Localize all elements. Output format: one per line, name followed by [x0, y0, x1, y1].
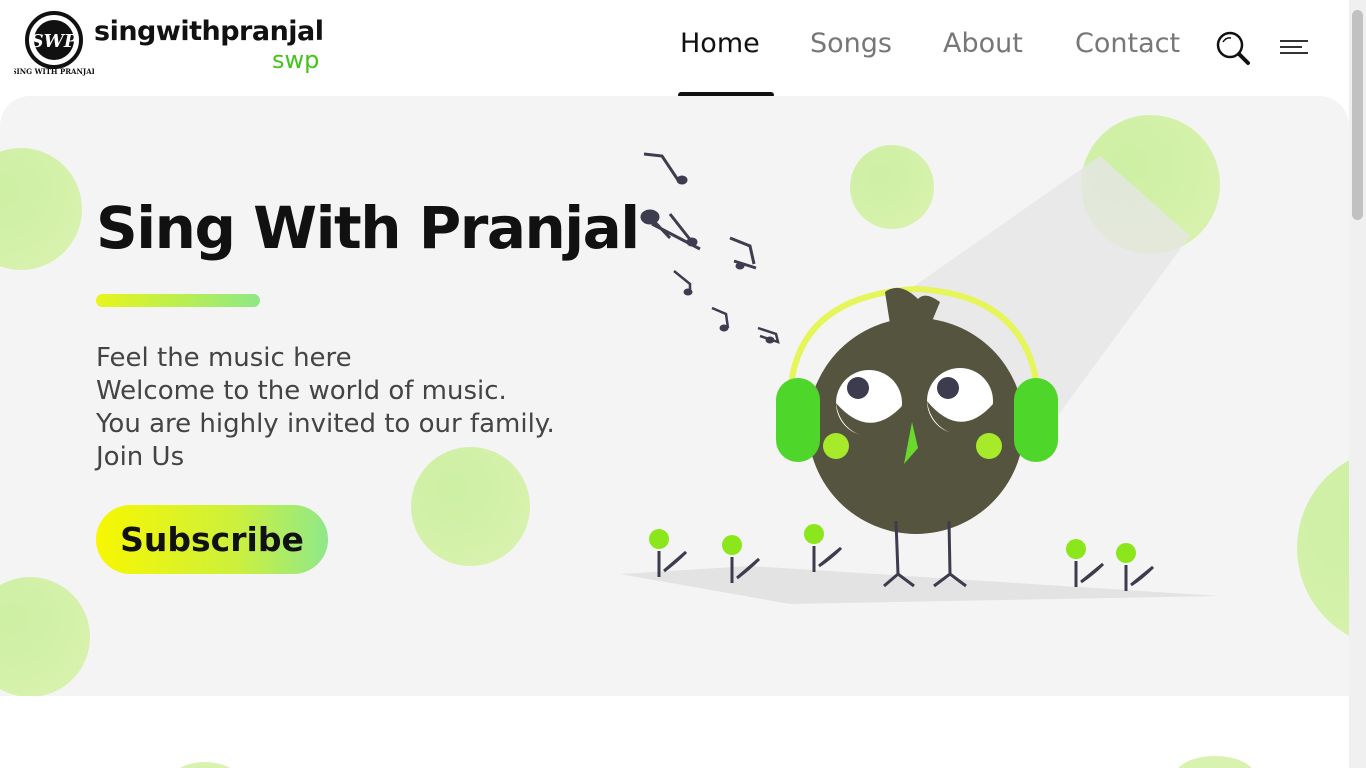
headphone-left-icon	[776, 378, 820, 462]
hero-text: Feel the music here Welcome to the world…	[96, 342, 555, 474]
logo-initials: SWP	[31, 31, 78, 52]
site-header: SWP SING WITH PRANJAL singwithpranjal sw…	[0, 0, 1349, 98]
hero-line: Welcome to the world of music.	[96, 376, 507, 406]
music-notes-icon	[640, 152, 780, 344]
page: SWP SING WITH PRANJAL singwithpranjal sw…	[0, 0, 1366, 768]
decor-blob	[0, 148, 82, 270]
logo-badge[interactable]: SWP SING WITH PRANJAL	[11, 10, 97, 78]
owl-illustration	[620, 152, 1220, 604]
logo-caption: SING WITH PRANJAL	[14, 67, 94, 76]
owl-body	[808, 318, 1024, 534]
hero-line: Feel the music here	[96, 343, 352, 373]
decor-blob	[170, 762, 240, 768]
hamburger-menu-icon[interactable]	[1280, 38, 1310, 58]
decor-blob	[1175, 756, 1255, 768]
hero-line: You are highly invited to our family.	[96, 409, 555, 439]
nav-item-home[interactable]: Home	[680, 28, 760, 59]
decor-blob	[0, 577, 90, 696]
brand-name[interactable]: singwithpranjal	[94, 16, 324, 47]
subscribe-button[interactable]: Subscribe	[96, 505, 328, 574]
scrollbar-thumb[interactable]	[1352, 10, 1363, 220]
hero-accent-bar	[96, 294, 260, 307]
hero-section: Sing With Pranjal Feel the music here We…	[0, 96, 1349, 696]
nav-item-songs[interactable]: Songs	[810, 28, 892, 59]
nav-item-about[interactable]: About	[943, 28, 1023, 59]
search-icon[interactable]	[1214, 30, 1252, 66]
headphone-right-icon	[1014, 378, 1058, 462]
nav-item-contact[interactable]: Contact	[1075, 28, 1180, 59]
hero-line: Join Us	[96, 442, 185, 472]
hero-title: Sing With Pranjal	[96, 194, 640, 262]
logo-icon: SWP SING WITH PRANJAL	[11, 11, 97, 76]
brand-subtitle: swp	[272, 46, 320, 74]
